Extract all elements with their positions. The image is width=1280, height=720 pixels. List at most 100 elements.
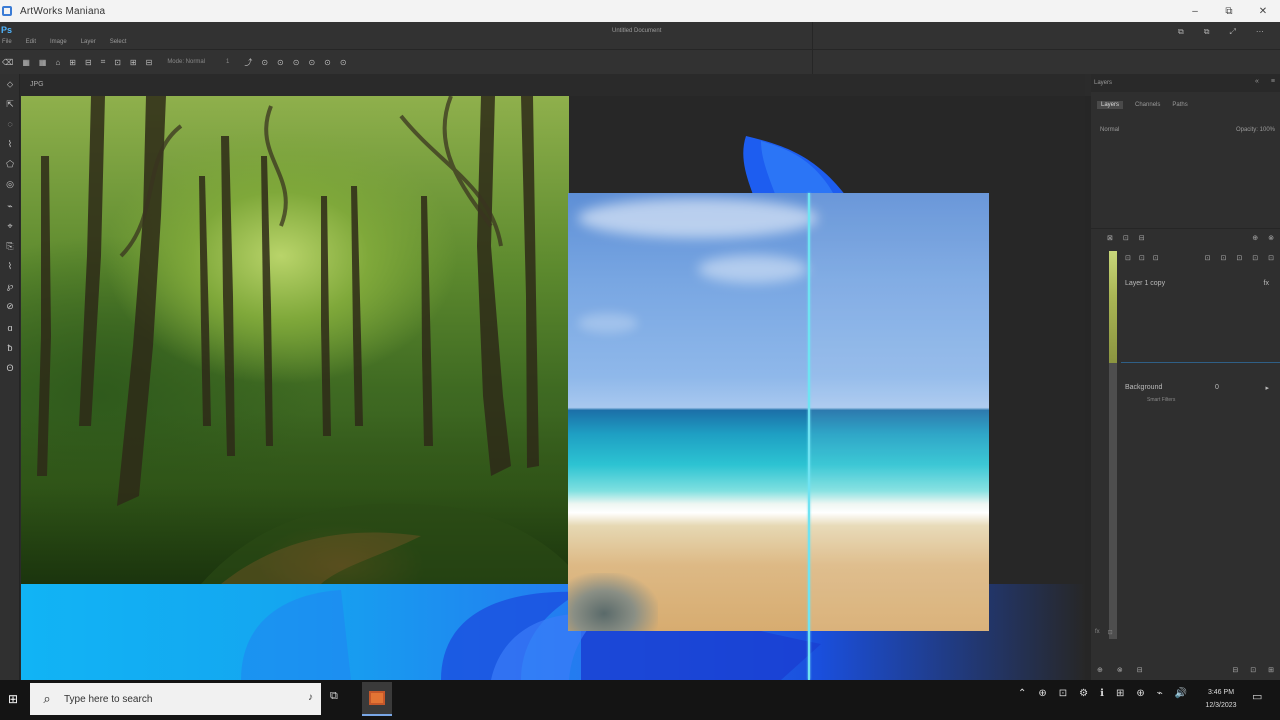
task-view-icon[interactable]: ⧉ bbox=[330, 690, 338, 703]
layers-panel-footer: ⊕ ⊗ ⊟ ⊟ ⊡ ⊞ bbox=[1091, 660, 1280, 680]
filter-icon[interactable]: ⊡ bbox=[1125, 254, 1131, 262]
tab-layers[interactable]: Layers bbox=[1097, 101, 1124, 109]
option-icon-1[interactable]: ⌫ bbox=[2, 58, 13, 67]
start-button[interactable]: ⊞ bbox=[2, 688, 24, 710]
option-icon-6[interactable]: ⊟ bbox=[85, 58, 92, 67]
tray-network-icon[interactable]: ⊕ bbox=[1136, 688, 1144, 699]
notification-icon[interactable]: ▭ bbox=[1252, 690, 1262, 703]
fx-button[interactable]: fx bbox=[1095, 629, 1100, 636]
layer-item[interactable]: Background 0 ▸ bbox=[1125, 382, 1275, 396]
expand-icon[interactable]: ⤢ bbox=[1229, 27, 1235, 37]
menu-image[interactable]: Image bbox=[50, 39, 67, 45]
eraser-tool-icon[interactable]: ⊘ bbox=[2, 298, 18, 314]
lasso-tool-icon[interactable]: ◌ bbox=[2, 116, 18, 132]
option-right-icon-2[interactable]: ⊙ bbox=[261, 58, 268, 67]
option-right-icon-7[interactable]: ⊙ bbox=[340, 58, 347, 67]
tray-icon[interactable]: ⊕ bbox=[1038, 688, 1046, 699]
opacity-icon[interactable]: ⊗ bbox=[1268, 234, 1274, 242]
mask-icon[interactable]: ⊡ bbox=[1108, 629, 1113, 636]
fill-icon[interactable]: ⊕ bbox=[1252, 234, 1258, 242]
brush-tool-icon[interactable]: ⌖ bbox=[2, 218, 18, 234]
mode-field[interactable]: Mode: Normal bbox=[167, 59, 205, 65]
eyedropper-tool-icon[interactable]: ◎ bbox=[2, 176, 18, 192]
option-right-icon-5[interactable]: ⊙ bbox=[308, 58, 315, 67]
canvas-area[interactable] bbox=[21, 96, 1085, 680]
filter-icon[interactable]: ⊡ bbox=[1205, 254, 1211, 262]
healing-tool-icon[interactable]: ⌁ bbox=[2, 198, 18, 214]
option-icon-5[interactable]: ⊞ bbox=[69, 58, 76, 67]
mask-add-icon[interactable]: ⊟ bbox=[1137, 666, 1143, 674]
taskbar-search[interactable]: ⌕ Type here to search ♪ bbox=[30, 683, 321, 715]
microphone-icon[interactable]: ♪ bbox=[308, 692, 313, 703]
blend-mode-select[interactable]: Normal bbox=[1100, 127, 1119, 133]
option-icon-9[interactable]: ⊞ bbox=[130, 58, 137, 67]
tray-pen-icon[interactable]: ⌁ bbox=[1157, 688, 1163, 699]
style-icon[interactable]: ⊗ bbox=[1117, 666, 1123, 674]
crop-tool-icon[interactable]: ⬠ bbox=[2, 156, 18, 172]
arrange-icon[interactable]: ⧉ bbox=[1178, 27, 1184, 37]
share-icon[interactable]: ⧉ bbox=[1204, 27, 1210, 37]
expand-arrow-icon[interactable]: ▸ bbox=[1265, 384, 1269, 392]
select-tool-icon[interactable]: ⇱ bbox=[2, 96, 18, 112]
layer-item[interactable]: Layer 1 copy fx bbox=[1125, 278, 1275, 292]
tray-icon[interactable]: ⊞ bbox=[1116, 688, 1124, 699]
guide-line[interactable] bbox=[808, 193, 810, 680]
lock-all-icon[interactable]: ⊟ bbox=[1139, 234, 1145, 242]
menu-select[interactable]: Select bbox=[110, 39, 127, 45]
gradient-tool-icon[interactable]: ƀ bbox=[2, 340, 18, 356]
option-right-icon-1[interactable]: ⤴ bbox=[244, 57, 252, 68]
option-right-icon-4[interactable]: ⊙ bbox=[293, 58, 300, 67]
option-icon-7[interactable]: ⌗ bbox=[101, 57, 106, 67]
menu-layer[interactable]: Layer bbox=[81, 39, 96, 45]
more-icon[interactable]: ⋯ bbox=[1256, 27, 1264, 37]
quick-select-tool-icon[interactable]: ⌇ bbox=[2, 136, 18, 152]
stamp-tool-icon[interactable]: ⎘ bbox=[2, 238, 18, 254]
filter-icon[interactable]: ⊡ bbox=[1221, 254, 1227, 262]
menu-file[interactable]: File bbox=[2, 39, 12, 45]
new-layer-icon[interactable]: ⊡ bbox=[1250, 666, 1256, 674]
lock-position-icon[interactable]: ⊡ bbox=[1123, 234, 1129, 242]
close-button[interactable]: ✕ bbox=[1246, 0, 1280, 22]
group-icon[interactable]: ⊟ bbox=[1232, 666, 1238, 674]
opacity-field[interactable]: Opacity: 100% bbox=[1236, 127, 1275, 133]
link-icon[interactable]: ⊕ bbox=[1097, 666, 1103, 674]
clock[interactable]: 3:46 PM 12/3/2023 bbox=[1200, 686, 1242, 712]
pen-tool-icon[interactable]: ℘ bbox=[2, 278, 18, 294]
option-icon-2[interactable]: ▦ bbox=[22, 58, 30, 67]
collapse-icon[interactable]: « bbox=[1255, 78, 1259, 85]
menu-edit[interactable]: Edit bbox=[26, 39, 36, 45]
option-right-icon-3[interactable]: ⊙ bbox=[277, 58, 284, 67]
option-icon-4[interactable]: ⌂ bbox=[55, 58, 60, 67]
filter-icon[interactable]: ⊡ bbox=[1153, 254, 1159, 262]
option-icon-8[interactable]: ⊡ bbox=[114, 58, 121, 67]
tab-paths[interactable]: Paths bbox=[1172, 102, 1187, 108]
layer-fx-icon[interactable]: fx bbox=[1264, 280, 1269, 287]
tray-info-icon[interactable]: ℹ bbox=[1100, 688, 1104, 699]
maximize-button[interactable]: ⧉ bbox=[1212, 0, 1246, 22]
filter-icon[interactable]: ⊡ bbox=[1252, 254, 1258, 262]
volume-icon[interactable]: 🔊 bbox=[1175, 688, 1187, 699]
tab-channels[interactable]: Channels bbox=[1135, 102, 1160, 108]
panel-menu-icon[interactable]: ≡ bbox=[1271, 78, 1275, 85]
filter-icon[interactable]: ⊡ bbox=[1268, 254, 1274, 262]
taskbar-app-photo-editor[interactable] bbox=[362, 682, 392, 716]
document-tab[interactable]: JPG bbox=[22, 74, 52, 94]
type-tool-icon[interactable]: ɑ bbox=[2, 320, 18, 336]
beach-photo-layer bbox=[568, 193, 989, 631]
option-icon-3[interactable]: ▦ bbox=[39, 58, 47, 67]
rotate-view-tool-icon[interactable]: ʘ bbox=[2, 360, 18, 376]
tray-settings-icon[interactable]: ⚙ bbox=[1079, 688, 1088, 699]
lock-icon[interactable]: ⊠ bbox=[1107, 234, 1113, 242]
move-tool-icon[interactable]: ⬦ bbox=[2, 76, 18, 92]
option-icon-10[interactable]: ⊟ bbox=[146, 58, 153, 67]
option-right-icon-6[interactable]: ⊙ bbox=[324, 58, 331, 67]
history-brush-tool-icon[interactable]: ⌇ bbox=[2, 258, 18, 274]
minimize-button[interactable]: – bbox=[1178, 0, 1212, 22]
delete-layer-icon[interactable]: ⊞ bbox=[1268, 666, 1274, 674]
mode-value[interactable]: 1 bbox=[226, 59, 229, 65]
tray-chevron-icon[interactable]: ⌃ bbox=[1018, 688, 1026, 699]
filter-icon[interactable]: ⊡ bbox=[1236, 254, 1242, 262]
tray-icon[interactable]: ⊡ bbox=[1059, 688, 1067, 699]
filter-icon[interactable]: ⊡ bbox=[1139, 254, 1145, 262]
layer-scroll-track[interactable] bbox=[1109, 363, 1117, 639]
